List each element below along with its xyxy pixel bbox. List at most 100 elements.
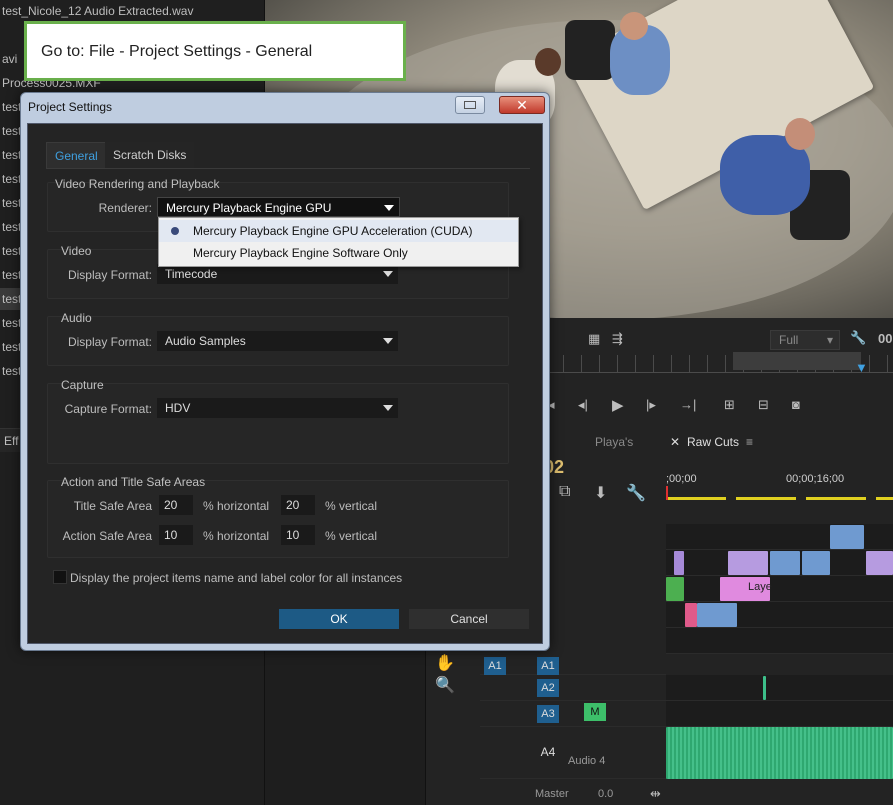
project-item[interactable]: test <box>0 120 21 142</box>
capture-format-dropdown[interactable]: HDV <box>157 398 398 418</box>
video-display-format-dropdown[interactable]: Timecode <box>157 264 398 284</box>
close-button[interactable]: ✕ <box>499 96 545 114</box>
capture-format-value: HDV <box>165 401 191 415</box>
zoom-tool-icon[interactable]: 🔍 <box>435 675 455 695</box>
source-patch-a1[interactable]: A1 <box>484 657 506 675</box>
timeline-clip[interactable] <box>666 577 684 601</box>
vertical-unit: % vertical <box>325 499 378 513</box>
ok-button[interactable]: OK <box>279 609 399 629</box>
track-name: Audio 4 <box>568 755 606 767</box>
monitor-in-out-range[interactable] <box>733 352 861 370</box>
title-safe-vertical-input[interactable]: 20 <box>281 495 315 515</box>
cancel-button[interactable]: Cancel <box>409 609 529 629</box>
master-value[interactable]: 0.0 <box>598 788 613 800</box>
video-person-head <box>535 48 561 76</box>
project-settings-dialog: Project Settings ✕ General Scratch Disks… <box>20 92 550 651</box>
project-item[interactable]: test <box>0 192 21 214</box>
tab-scratch-disks[interactable]: Scratch Disks <box>105 142 195 168</box>
renderer-option-software[interactable]: Mercury Playback Engine Software Only <box>159 242 518 264</box>
hand-tool-icon[interactable]: ✋ <box>435 653 455 673</box>
snap-icon[interactable]: ⧉ <box>559 483 570 501</box>
project-item[interactable]: test_Nicole_12 Audio Extracted.wav <box>0 0 193 22</box>
track-label-a4[interactable]: A4 <box>537 743 559 761</box>
project-item[interactable]: test <box>0 288 22 310</box>
render-bar <box>666 497 893 500</box>
label-color-checkbox[interactable] <box>53 570 67 584</box>
track-lane[interactable] <box>666 576 893 602</box>
track-lane[interactable] <box>666 628 893 654</box>
settings-icon[interactable]: ⇶ <box>612 331 623 347</box>
renderer-option-cuda[interactable]: Mercury Playback Engine GPU Acceleration… <box>159 220 518 242</box>
project-item[interactable]: test <box>0 168 21 190</box>
camera-icon[interactable]: ◙ <box>792 397 800 412</box>
timeline-clip[interactable] <box>802 551 830 575</box>
track-lane[interactable] <box>666 675 893 701</box>
project-item[interactable]: test <box>0 216 21 238</box>
video-display-format-label: Display Format: <box>67 268 152 282</box>
action-safe-horizontal-input[interactable]: 10 <box>159 525 193 545</box>
timeline-clip[interactable] <box>770 551 800 575</box>
action-safe-vertical-input[interactable]: 10 <box>281 525 315 545</box>
close-icon[interactable]: ✕ <box>670 432 680 452</box>
timeline-clip[interactable]: Laye <box>720 577 772 601</box>
project-item[interactable]: test <box>0 240 21 262</box>
track-label-a3[interactable]: A3 <box>537 705 559 723</box>
play-icon[interactable]: ▶ <box>612 396 624 414</box>
timeline-tab[interactable]: Playa's <box>595 432 633 452</box>
renderer-label: Renderer: <box>98 201 152 215</box>
previous-frame-icon[interactable]: ◂| <box>578 397 588 413</box>
safe-areas-title: Action and Title Safe Areas <box>61 475 206 489</box>
mute-button[interactable]: M <box>584 703 606 721</box>
restore-button[interactable] <box>455 96 485 114</box>
extract-icon[interactable]: ⊟ <box>758 397 769 413</box>
project-item[interactable]: test <box>0 360 21 382</box>
project-item[interactable]: test <box>0 96 21 118</box>
wrench-icon[interactable]: 🔧 <box>850 330 866 346</box>
renderer-dropdown[interactable]: Mercury Playback Engine GPU Acceleration <box>157 197 400 235</box>
next-frame-icon[interactable]: |▸ <box>646 397 656 413</box>
safe-areas-group <box>47 480 509 558</box>
audio-clip[interactable] <box>666 727 893 779</box>
timeline-clip[interactable] <box>830 525 864 549</box>
timeline-clip[interactable] <box>674 551 684 575</box>
fit-icon[interactable]: ⇹ <box>650 786 661 802</box>
marker-icon[interactable]: ⬇ <box>594 483 607 503</box>
zoom-select[interactable]: Full ▾ <box>770 330 840 350</box>
timeline-tab-active[interactable]: Raw Cuts <box>687 432 739 452</box>
restore-icon <box>464 101 476 109</box>
timeline-clip[interactable] <box>697 603 737 627</box>
title-safe-horizontal-input[interactable]: 20 <box>159 495 193 515</box>
track-label-a1[interactable]: A1 <box>537 657 559 675</box>
zoom-value: Full <box>779 333 799 347</box>
lift-icon[interactable]: ⊞ <box>724 397 735 413</box>
playhead-icon[interactable]: ▼ <box>855 360 868 375</box>
chevron-down-icon <box>383 271 393 277</box>
project-item[interactable]: test <box>0 144 21 166</box>
timeline-clip[interactable] <box>728 551 768 575</box>
menu-icon[interactable]: ≡ <box>746 432 753 452</box>
project-item[interactable]: avi <box>0 48 17 70</box>
timeline-clip[interactable] <box>763 676 766 700</box>
timeline-clip[interactable] <box>685 603 697 627</box>
video-person-head <box>785 118 815 150</box>
video-display-format-value: Timecode <box>165 267 218 281</box>
track-label-a2[interactable]: A2 <box>537 679 559 697</box>
go-to-out-icon[interactable]: →| <box>680 397 696 412</box>
timeline-clip[interactable] <box>866 551 893 575</box>
audio-display-format-dropdown[interactable]: Audio Samples <box>157 331 398 351</box>
tab-general[interactable]: General <box>46 142 107 168</box>
track-lane[interactable] <box>666 701 893 727</box>
action-safe-label: Action Safe Area <box>62 529 152 543</box>
wrench-icon[interactable]: 🔧 <box>626 483 646 503</box>
playhead-marker[interactable] <box>666 486 668 500</box>
film-strip-icon[interactable]: ▦ <box>588 331 600 347</box>
project-item[interactable]: test <box>0 336 21 358</box>
vertical-unit: % vertical <box>325 529 378 543</box>
ruler-label: ;00;00 <box>666 473 697 485</box>
ruler-label: 00;00;16;00 <box>786 473 845 485</box>
project-item[interactable]: test <box>0 312 21 334</box>
radio-selected-icon <box>171 227 179 235</box>
project-item[interactable]: test <box>0 264 21 286</box>
track-head-a2: A2 <box>480 675 666 701</box>
monitor-timecode: 00 <box>878 331 893 346</box>
